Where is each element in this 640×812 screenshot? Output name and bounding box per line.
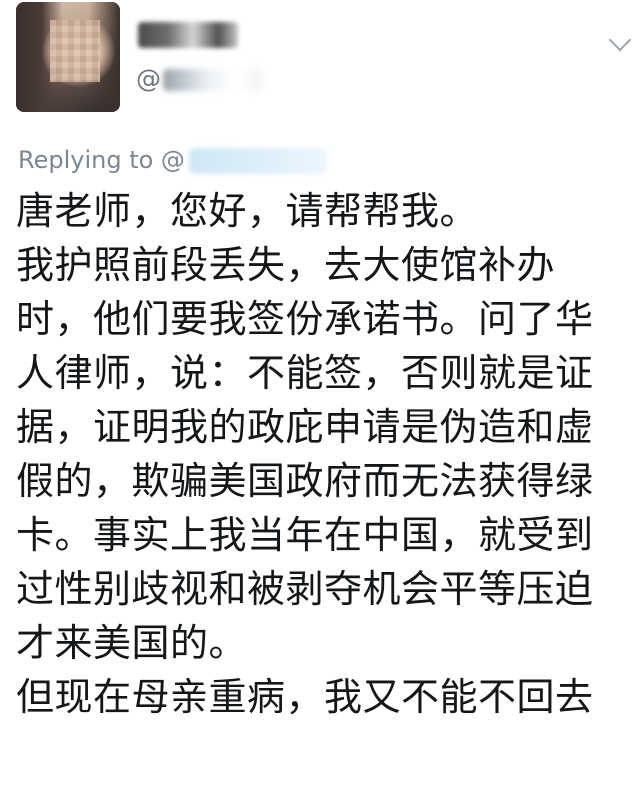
user-avatar-icon[interactable] [16, 2, 120, 112]
tweet-body: 唐老师，您好，请帮帮我。 我护照前段丢失，去大使馆补办 时，他们要我签份承诺书。… [16, 184, 630, 724]
tweet-line: 卡。事实上我当年在中国，就受到 [16, 513, 594, 557]
handle-prefix: @ [136, 64, 161, 93]
tweet-header: @ [0, 0, 640, 130]
replying-to-label: Replying to @ [18, 146, 185, 174]
reply-handle-redacted[interactable] [188, 148, 327, 174]
avatar-pixelation [50, 20, 100, 82]
tweet-line: 假的，欺骗美国政府而无法获得绿 [16, 459, 594, 503]
tweet-line: 时，他们要我签份承诺书。问了华 [16, 297, 594, 341]
tweet-line: 我护照前段丢失，去大使馆补办 [16, 243, 556, 287]
tweet-line: 唐老师，您好，请帮帮我。 [16, 189, 479, 233]
tweet-line: 才来美国的。 [16, 621, 248, 665]
user-handle[interactable]: @ [136, 64, 263, 93]
replying-to: Replying to @ [18, 146, 327, 174]
tweet-line: 据，证明我的政庇申请是伪造和虚 [16, 405, 594, 449]
display-name-redacted[interactable] [138, 22, 238, 48]
tweet-line: 过性别歧视和被剥夺机会平等压迫 [16, 567, 594, 611]
chevron-down-icon[interactable] [608, 28, 632, 52]
tweet-line: 人律师，说：不能签，否则就是证 [16, 351, 594, 395]
handle-redacted [163, 69, 263, 91]
tweet-line: 但现在母亲重病，我又不能不回去 [16, 675, 594, 719]
